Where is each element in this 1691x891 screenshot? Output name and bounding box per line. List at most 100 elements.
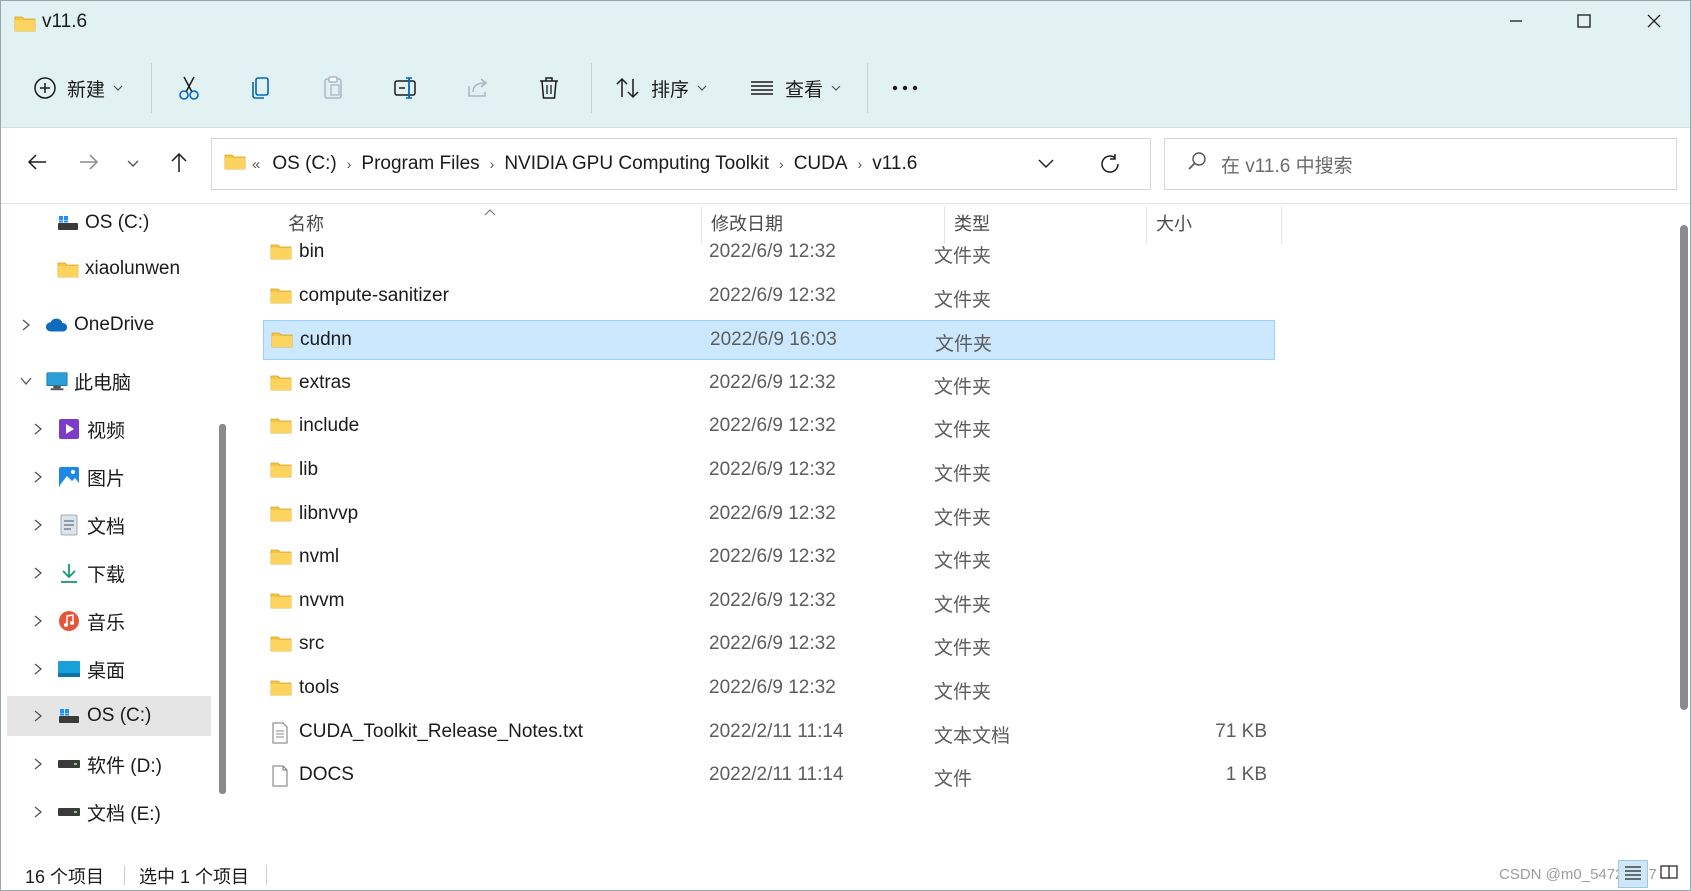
search-box[interactable]: 在 v11.6 中搜索 <box>1164 138 1677 190</box>
file-type: 文件夹 <box>934 638 992 660</box>
sidebar-item-os-c-pinned[interactable]: OS (C:) <box>1 204 211 242</box>
file-row[interactable]: extras 2022/6/9 12:32 文件夹 <box>263 364 1275 404</box>
forward-button[interactable] <box>69 144 109 184</box>
sidebar-scrollbar[interactable] <box>218 224 226 794</box>
sidebar-item-label: xiaolunwen <box>85 258 181 279</box>
file-row[interactable]: lib 2022/6/9 12:32 文件夹 <box>263 451 1275 491</box>
sidebar-item-pictures[interactable]: 图片 <box>1 458 211 496</box>
share-button[interactable] <box>465 66 491 110</box>
file-name: include <box>299 415 360 437</box>
file-row[interactable]: nvml 2022/6/9 12:32 文件夹 <box>263 538 1275 578</box>
file-row[interactable]: libnvvp 2022/6/9 12:32 文件夹 <box>263 495 1275 535</box>
sidebar-scrollbar-thumb[interactable] <box>219 424 226 794</box>
file-row[interactable]: DOCS 2022/2/11 11:14 文件 1 KB <box>263 756 1275 796</box>
file-modified-date: 2022/6/9 12:32 <box>709 633 836 655</box>
file-type: 文件夹 <box>934 246 992 267</box>
file-list-scrollbar-thumb[interactable] <box>1680 225 1688 710</box>
onedrive-icon <box>45 313 69 337</box>
file-type: 文件夹 <box>934 551 992 573</box>
view-button[interactable]: 查看 <box>749 66 841 110</box>
breadcrumb-item[interactable]: NVIDIA GPU Computing Toolkit <box>504 153 769 175</box>
sidebar-item-music[interactable]: 音乐 <box>1 602 211 640</box>
rename-button[interactable] <box>393 66 419 110</box>
chevron-right-icon[interactable]: › <box>858 156 863 172</box>
rename-icon <box>393 75 419 101</box>
details-view-button[interactable] <box>1618 860 1648 888</box>
sidebar-item-os-c[interactable]: OS (C:) <box>7 696 211 736</box>
paste-button[interactable] <box>321 66 345 110</box>
sidebar-item-this-pc[interactable]: 此电脑 <box>1 362 211 400</box>
drive-c-icon <box>57 704 81 728</box>
file-row[interactable]: nvvm 2022/6/9 12:32 文件夹 <box>263 582 1275 622</box>
file-row[interactable]: CUDA_Toolkit_Release_Notes.txt 2022/2/11 … <box>263 713 1275 753</box>
close-button[interactable] <box>1619 1 1689 45</box>
sidebar-item-label: OS (C:) <box>85 212 150 233</box>
breadcrumb-item[interactable]: Program Files <box>361 153 479 175</box>
refresh-button[interactable] <box>1098 152 1122 182</box>
chevron-right-icon[interactable]: › <box>779 156 784 172</box>
chevron-right-icon[interactable] <box>29 612 47 630</box>
chevron-right-icon[interactable]: › <box>347 156 352 172</box>
chevron-down-icon <box>127 155 139 173</box>
address-bar[interactable]: « OS (C:) › Program Files › NVIDIA GPU C… <box>211 138 1151 190</box>
file-modified-date: 2022/6/9 16:03 <box>710 329 837 351</box>
search-input[interactable]: 在 v11.6 中搜索 <box>1221 151 1353 178</box>
recent-locations-button[interactable] <box>113 144 153 184</box>
maximize-button[interactable] <box>1549 1 1619 45</box>
breadcrumb-item[interactable]: CUDA <box>794 153 848 175</box>
breadcrumb: « OS (C:) › Program Files › NVIDIA GPU C… <box>224 152 923 176</box>
chevron-right-icon[interactable] <box>29 803 47 821</box>
chevron-right-icon[interactable] <box>29 707 47 725</box>
tiles-view-button[interactable] <box>1654 860 1684 888</box>
file-type: 文件夹 <box>935 334 993 356</box>
sidebar-item-drive-e[interactable]: 文档 (E:) <box>1 793 211 831</box>
more-options-button[interactable] <box>891 66 919 110</box>
column-divider[interactable] <box>1281 206 1282 244</box>
file-row[interactable]: include 2022/6/9 12:32 文件夹 <box>263 407 1275 447</box>
breadcrumb-item[interactable]: v11.6 <box>872 153 917 175</box>
file-row[interactable]: tools 2022/6/9 12:32 文件夹 <box>263 669 1275 709</box>
back-button[interactable] <box>17 144 57 184</box>
file-modified-date: 2022/6/9 12:32 <box>709 677 836 698</box>
file-modified-date: 2022/6/9 12:32 <box>709 284 836 306</box>
file-list-scrollbar[interactable] <box>1678 225 1690 850</box>
address-history-dropdown[interactable] <box>1037 153 1055 179</box>
chevron-right-icon[interactable] <box>29 516 47 534</box>
file-row[interactable]: bin 2022/6/9 12:32 文件夹 <box>263 233 1275 273</box>
chevron-right-icon[interactable] <box>29 660 47 678</box>
sidebar-item-desktop[interactable]: 桌面 <box>1 650 211 688</box>
new-button[interactable]: 新建 <box>33 66 123 110</box>
sidebar-item-drive-d[interactable]: 软件 (D:) <box>1 745 211 783</box>
sidebar-item-videos[interactable]: 视频 <box>1 410 211 448</box>
file-modified-date: 2022/2/11 11:14 <box>709 764 844 786</box>
file-modified-date: 2022/6/9 12:32 <box>709 371 836 393</box>
file-row[interactable]: compute-sanitizer 2022/6/9 12:32 文件夹 <box>263 277 1275 317</box>
sort-button[interactable]: 排序 <box>615 66 707 110</box>
cut-button[interactable] <box>177 66 201 110</box>
breadcrumb-item[interactable]: OS (C:) <box>272 153 336 175</box>
breadcrumb-overflow[interactable]: « <box>252 156 260 173</box>
copy-button[interactable] <box>249 66 273 110</box>
status-divider <box>124 865 125 885</box>
minimize-button[interactable] <box>1481 1 1551 45</box>
sidebar-item-downloads[interactable]: 下载 <box>1 554 211 592</box>
sidebar-item-xiaolunwen[interactable]: xiaolunwen <box>1 250 211 288</box>
sidebar-item-onedrive[interactable]: OneDrive <box>1 306 211 344</box>
delete-button[interactable] <box>537 66 561 110</box>
chevron-right-icon[interactable]: › <box>490 156 495 172</box>
chevron-right-icon[interactable] <box>29 564 47 582</box>
chevron-right-icon[interactable] <box>29 755 47 773</box>
sidebar-item-documents[interactable]: 文档 <box>1 506 211 544</box>
chevron-right-icon[interactable] <box>29 468 47 486</box>
chevron-right-icon[interactable] <box>29 420 47 438</box>
file-icon <box>270 765 290 793</box>
chevron-right-icon[interactable] <box>17 316 35 334</box>
file-row[interactable]: cudnn 2022/6/9 16:03 文件夹 <box>263 320 1275 361</box>
chevron-down-icon[interactable] <box>17 372 35 390</box>
file-name: CUDA_Toolkit_Release_Notes.txt <box>299 720 584 742</box>
file-row[interactable]: src 2022/6/9 12:32 文件夹 <box>263 625 1275 665</box>
file-name: cudnn <box>300 329 352 351</box>
up-button[interactable] <box>159 144 199 184</box>
file-name: bin <box>299 241 325 262</box>
file-modified-date: 2022/6/9 12:32 <box>709 589 836 611</box>
